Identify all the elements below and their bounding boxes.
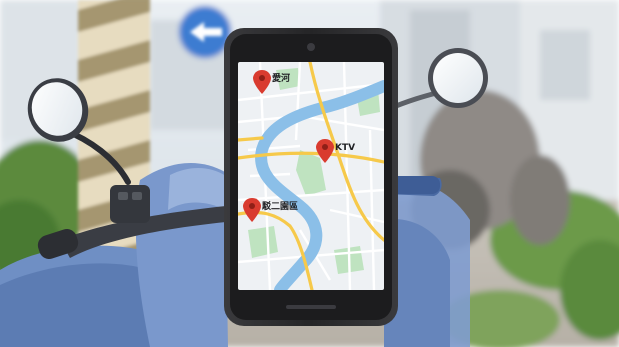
map-screen[interactable]: 愛河 KTV 駁二園區: [238, 62, 384, 290]
illustration-canvas: 愛河 KTV 駁二園區: [0, 0, 619, 347]
front-camera-icon: [307, 43, 315, 51]
pin-label: 駁二園區: [261, 200, 298, 212]
pin-label: 愛河: [272, 72, 290, 84]
scooter-phone-map-illustration: 愛河 KTV 駁二園區: [0, 0, 619, 347]
pin-label: KTV: [335, 143, 355, 153]
